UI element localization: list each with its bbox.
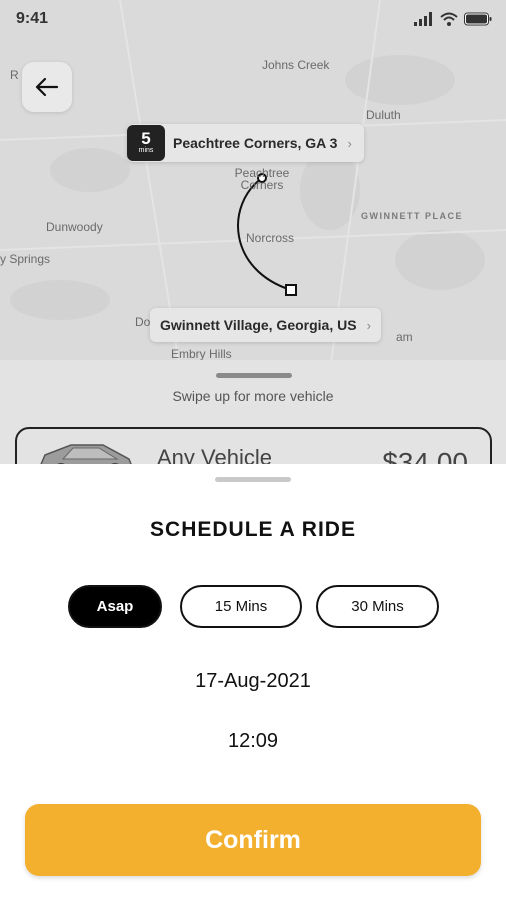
schedule-date[interactable]: 17-Aug-2021 [0,670,506,693]
origin-address: Peachtree Corners, GA 3 [173,135,338,151]
status-bar: 9:41 [0,0,506,40]
confirm-button[interactable]: Confirm [25,804,481,876]
map-label-gwinnett-place: GWINNETT PLACE [361,211,463,221]
map-label-duluth: Duluth [366,108,401,122]
map-label-sandy-springs: y Springs [0,252,51,266]
map-label-dunwoody: Dunwoody [46,220,103,234]
map-label-johns-creek: Johns Creek [262,58,330,72]
eta-badge: 5 mins [127,125,165,161]
schedule-sheet: SCHEDULE A RIDE Asap 15 Mins 30 Mins 17-… [0,464,506,900]
map-label-norcross: Norcross [246,231,295,245]
map-label-r: R [10,68,19,82]
battery-icon [464,12,492,26]
option-15-mins-button[interactable]: 15 Mins [180,585,302,628]
map-label-do: Do [135,315,151,329]
origin-card[interactable]: 5 mins Peachtree Corners, GA 3 › [127,124,364,162]
status-time: 9:41 [16,10,49,27]
eta-unit: mins [138,147,154,154]
schedule-title: SCHEDULE A RIDE [150,518,356,541]
eta-value: 5 [141,129,151,148]
map-label-embry-hills: Embry Hills [171,347,232,361]
schedule-time[interactable]: 12:09 [0,730,506,753]
destination-address: Gwinnett Village, Georgia, US [160,317,357,333]
sheet-handle[interactable] [215,477,291,482]
map-view[interactable]: Johns Creek Duluth R Peachtree Corners G… [0,0,506,370]
chevron-right-icon: › [347,135,352,151]
swipe-hint: Swipe up for more vehicle [172,388,334,404]
option-30-mins-button[interactable]: 30 Mins [316,585,439,628]
vehicle-sheet-handle[interactable] [216,373,292,378]
signal-icon [414,12,432,26]
chevron-right-icon: › [366,317,371,333]
back-button[interactable] [22,62,72,112]
destination-card[interactable]: Gwinnett Village, Georgia, US › [150,308,381,342]
arrow-left-icon [35,77,59,97]
status-icons [414,12,492,26]
map-label-peachtree-corners: Peachtree Corners [234,166,290,192]
option-asap-button[interactable]: Asap [68,585,162,628]
wifi-icon [440,12,458,26]
route-end-marker [285,284,297,296]
map-label-am: am [396,330,413,344]
